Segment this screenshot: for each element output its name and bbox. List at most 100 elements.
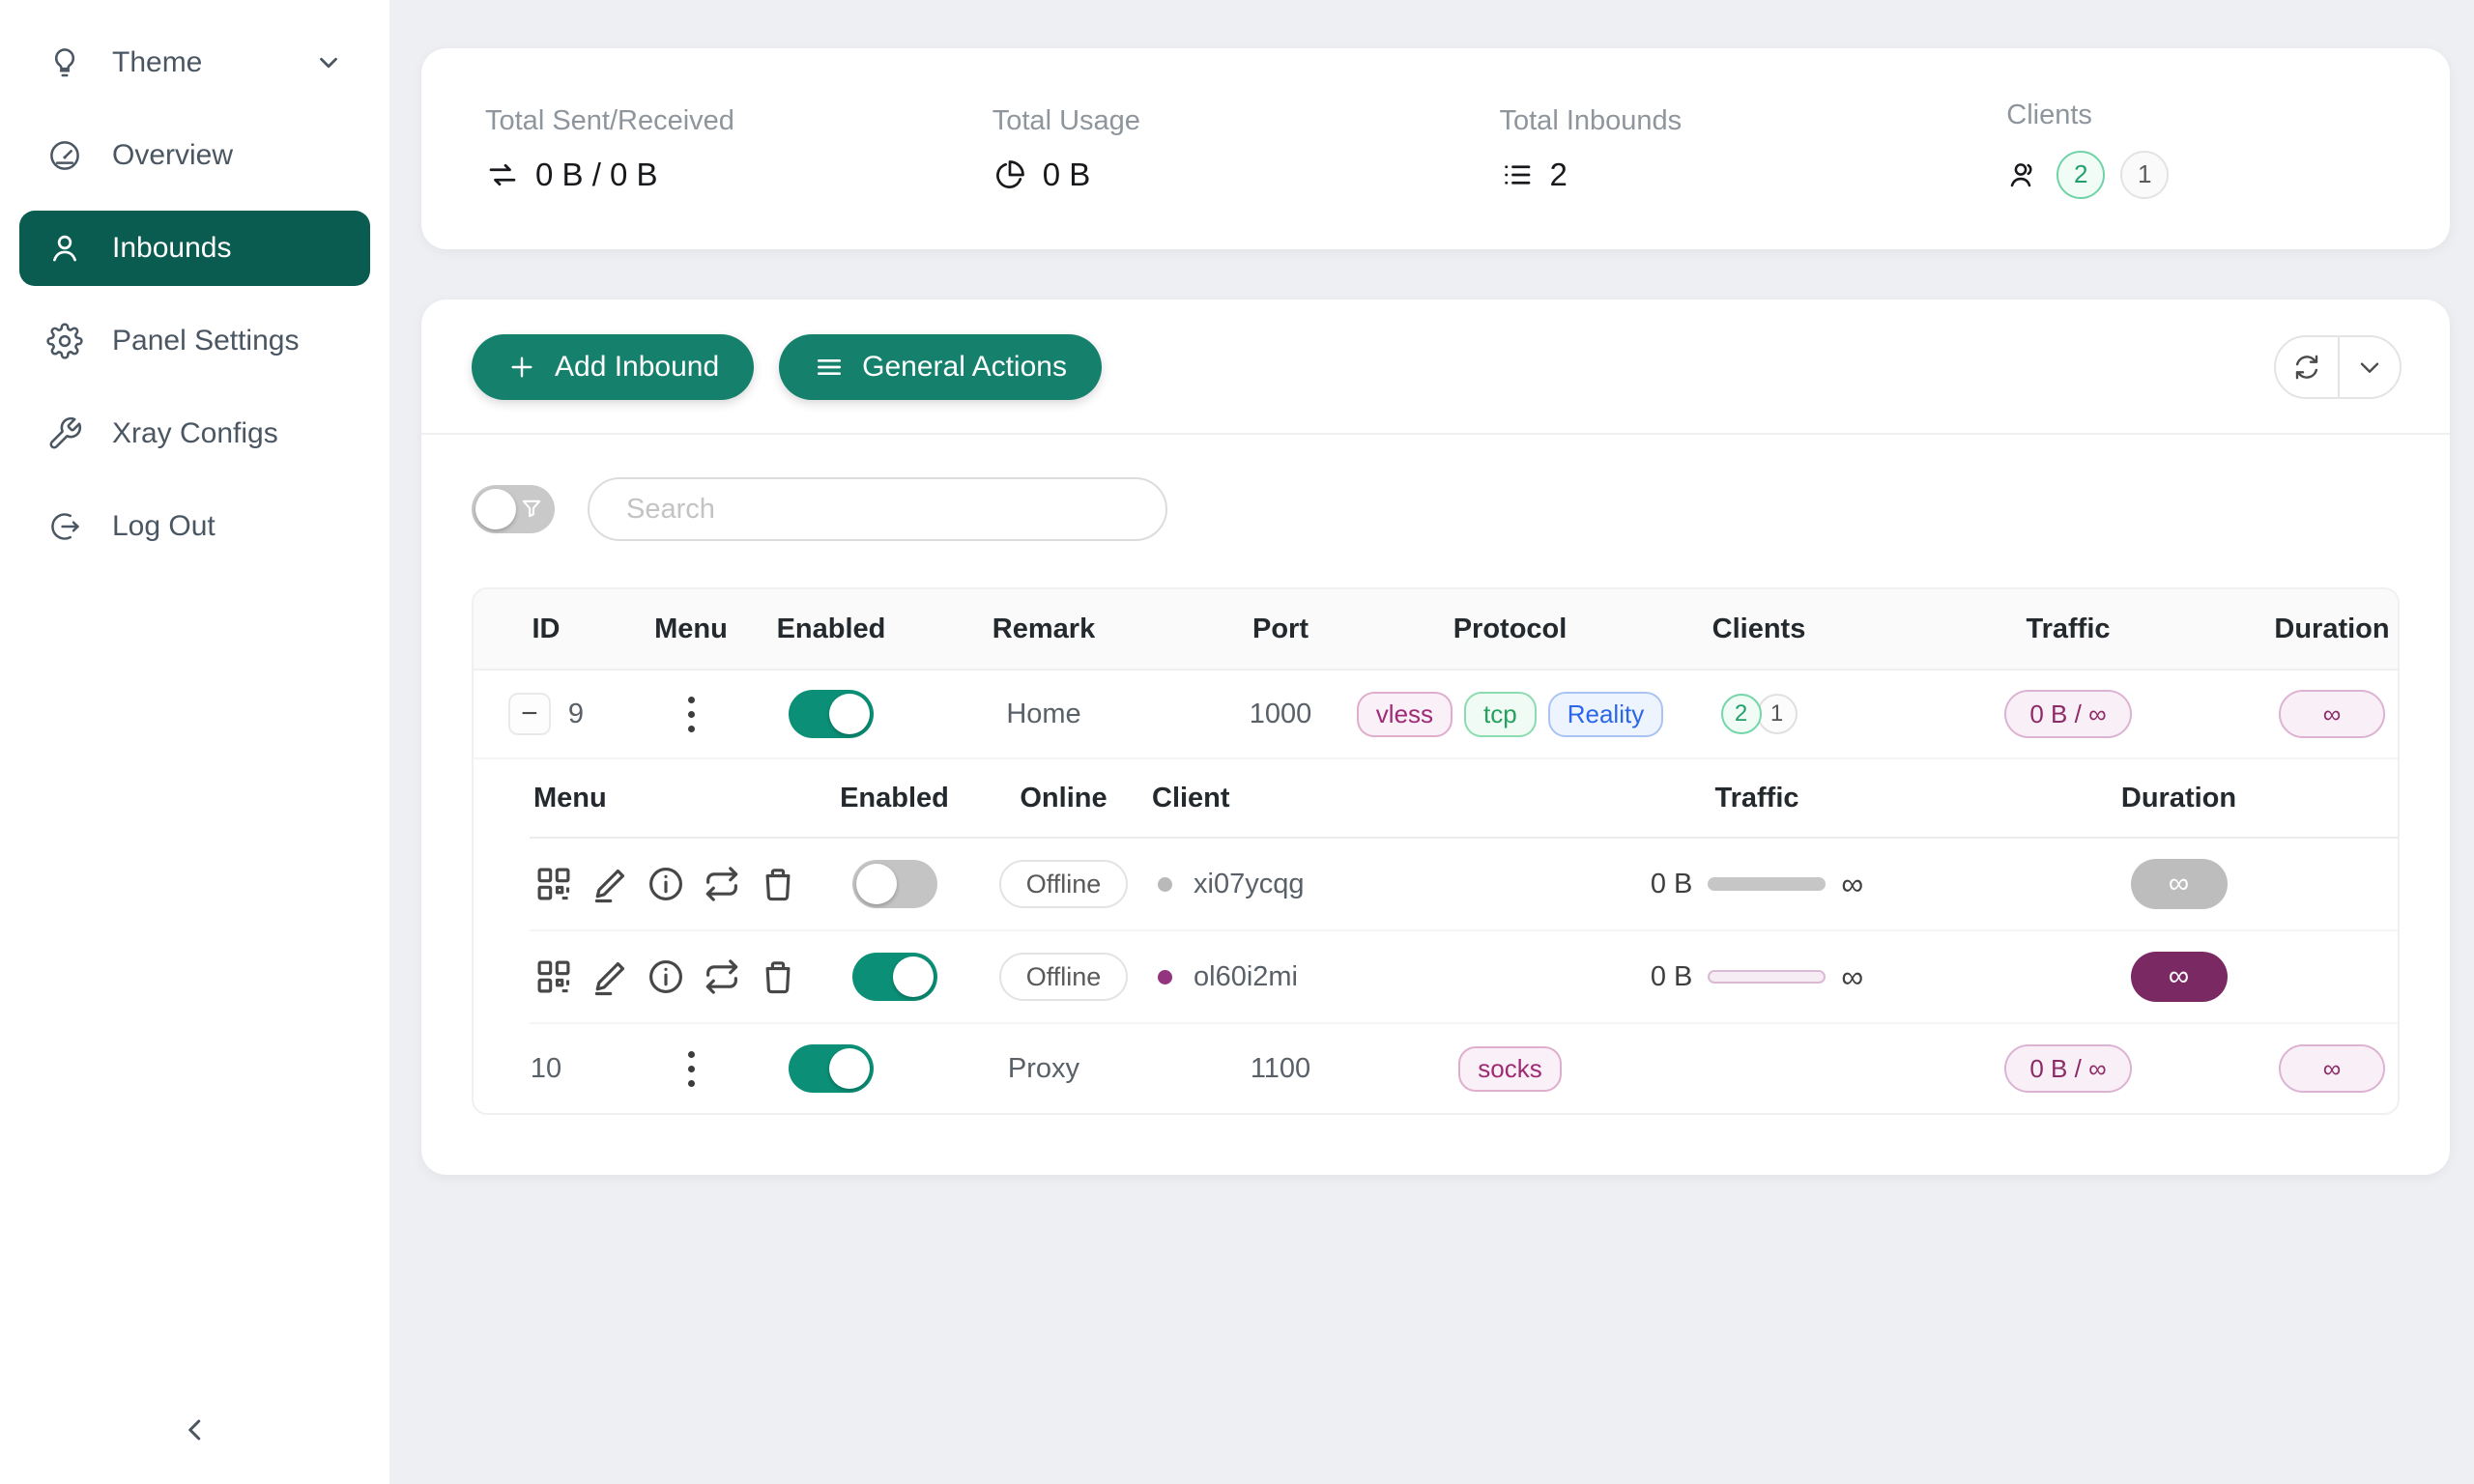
col-header-protocol: Protocol xyxy=(1372,614,1648,645)
stat-label: Total Sent/Received xyxy=(485,105,929,137)
col-header-client: Client xyxy=(1148,783,1554,814)
dashboard-icon xyxy=(46,137,83,174)
row-menu-button[interactable] xyxy=(680,689,703,740)
traffic-pill: 0 B / ∞ xyxy=(2004,690,2131,738)
filter-funnel-icon xyxy=(518,496,545,523)
filter-toggle[interactable] xyxy=(472,485,555,533)
sidebar-item-xray-configs[interactable]: Xray Configs xyxy=(19,396,370,471)
trash-icon xyxy=(758,864,798,904)
inbound-row-9: − 9 Home 1000 vless tcp Reality xyxy=(474,671,2398,759)
stat-value: 2 xyxy=(1550,157,1568,193)
col-header-menu: Menu xyxy=(530,783,810,814)
gear-icon xyxy=(46,323,83,359)
enabled-toggle[interactable] xyxy=(789,1044,874,1093)
quota-infinity: ∞ xyxy=(1841,867,1863,902)
search-input[interactable] xyxy=(588,477,1167,541)
reset-traffic-button[interactable] xyxy=(700,862,744,906)
delete-button[interactable] xyxy=(756,862,800,906)
info-button[interactable] xyxy=(644,955,688,999)
col-header-clients: Clients xyxy=(1648,614,1870,645)
refresh-options-button[interactable] xyxy=(2338,337,2400,397)
col-header-menu: Menu xyxy=(618,614,763,645)
search-row xyxy=(421,435,2450,566)
inbound-id: 9 xyxy=(568,699,584,730)
col-header-duration: Duration xyxy=(2266,614,2398,645)
chevron-down-icon xyxy=(2354,352,2385,383)
sidebar-item-overview[interactable]: Overview xyxy=(19,118,370,193)
inbound-remark: Home xyxy=(899,699,1189,730)
protocol-tag: socks xyxy=(1458,1046,1561,1092)
app-root: Theme Overview Inbounds Panel Settings X… xyxy=(0,0,2474,1484)
client-enabled-toggle[interactable] xyxy=(852,860,937,908)
sidebar-item-inbounds[interactable]: Inbounds xyxy=(19,211,370,286)
repeat-icon xyxy=(702,864,742,904)
trash-icon xyxy=(758,956,798,997)
qr-code-button[interactable] xyxy=(532,955,576,999)
sidebar-item-panel-settings[interactable]: Panel Settings xyxy=(19,303,370,379)
client-subtable: Menu Enabled Online Client Traffic Durat… xyxy=(530,759,2398,1024)
hamburger-menu-icon xyxy=(814,352,845,383)
sidebar-item-label: Overview xyxy=(112,139,233,172)
sidebar-item-logout[interactable]: Log Out xyxy=(19,489,370,564)
sidebar-collapse-button[interactable] xyxy=(166,1401,224,1459)
general-actions-button[interactable]: General Actions xyxy=(779,334,1102,400)
info-button[interactable] xyxy=(644,862,688,906)
qr-code-button[interactable] xyxy=(532,862,576,906)
add-inbound-button[interactable]: Add Inbound xyxy=(472,334,754,400)
logout-icon xyxy=(46,508,83,545)
info-icon xyxy=(646,864,686,904)
client-enabled-toggle[interactable] xyxy=(852,953,937,1001)
edit-button[interactable] xyxy=(588,955,632,999)
client-name: xi07ycqg xyxy=(1194,869,1304,900)
toolbar: Add Inbound General Actions xyxy=(421,300,2450,433)
client-row-xi07ycqg: Offline xi07ycqg 0 B ∞ ∞ xyxy=(530,839,2398,931)
stat-total-usage: Total Usage 0 B xyxy=(929,105,1436,193)
col-header-id: ID xyxy=(474,614,618,645)
wrench-icon xyxy=(46,415,83,452)
quota-infinity: ∞ xyxy=(1841,959,1863,995)
clients-online-badge: 2 xyxy=(2057,151,2105,199)
client-duration-pill: ∞ xyxy=(2131,952,2228,1002)
list-icon xyxy=(1500,157,1535,192)
table-header-row: ID Menu Enabled Remark Port Protocol Cli… xyxy=(474,589,2398,671)
stat-label: Total Usage xyxy=(992,105,1436,137)
traffic-progress-bar xyxy=(1708,877,1826,891)
col-header-port: Port xyxy=(1189,614,1372,645)
reset-traffic-button[interactable] xyxy=(700,955,744,999)
client-duration-pill: ∞ xyxy=(2131,859,2228,909)
edit-button[interactable] xyxy=(588,862,632,906)
stat-clients: Clients 2 1 xyxy=(1942,100,2450,199)
collapse-row-button[interactable]: − xyxy=(508,693,551,735)
chevron-down-icon xyxy=(314,48,343,77)
col-header-enabled: Enabled xyxy=(810,783,979,814)
stat-value: 0 B / 0 B xyxy=(535,157,658,193)
delete-button[interactable] xyxy=(756,955,800,999)
refresh-button[interactable] xyxy=(2276,337,2338,397)
stat-label: Total Inbounds xyxy=(1500,105,1943,137)
pencil-icon xyxy=(590,864,630,904)
client-name: ol60i2mi xyxy=(1194,961,1298,993)
info-icon xyxy=(646,956,686,997)
client-status-dot xyxy=(1158,970,1172,985)
clients-online-badge: 2 xyxy=(1721,694,1762,734)
inbounds-table: ID Menu Enabled Remark Port Protocol Cli… xyxy=(472,587,2400,1115)
repeat-icon xyxy=(702,956,742,997)
protocol-tag: Reality xyxy=(1548,692,1663,737)
client-table-header-row: Menu Enabled Online Client Traffic Durat… xyxy=(530,759,2398,839)
swap-arrows-icon xyxy=(485,157,520,192)
protocol-tag: vless xyxy=(1357,692,1453,737)
online-status-badge: Offline xyxy=(999,953,1129,1001)
client-status-dot xyxy=(1158,877,1172,892)
client-usage: 0 B xyxy=(1651,869,1693,900)
theme-selector[interactable]: Theme xyxy=(19,25,370,100)
lightbulb-icon xyxy=(46,44,83,81)
enabled-toggle[interactable] xyxy=(789,690,874,738)
col-header-traffic: Traffic xyxy=(1554,783,1960,814)
client-usage: 0 B xyxy=(1651,961,1693,993)
duration-pill: ∞ xyxy=(2279,690,2385,738)
stat-total-inbounds: Total Inbounds 2 xyxy=(1436,105,1943,193)
row-menu-button[interactable] xyxy=(680,1043,703,1095)
inbound-remark: Proxy xyxy=(899,1053,1189,1085)
traffic-progress-bar xyxy=(1708,970,1826,984)
chevron-left-icon xyxy=(178,1413,213,1447)
